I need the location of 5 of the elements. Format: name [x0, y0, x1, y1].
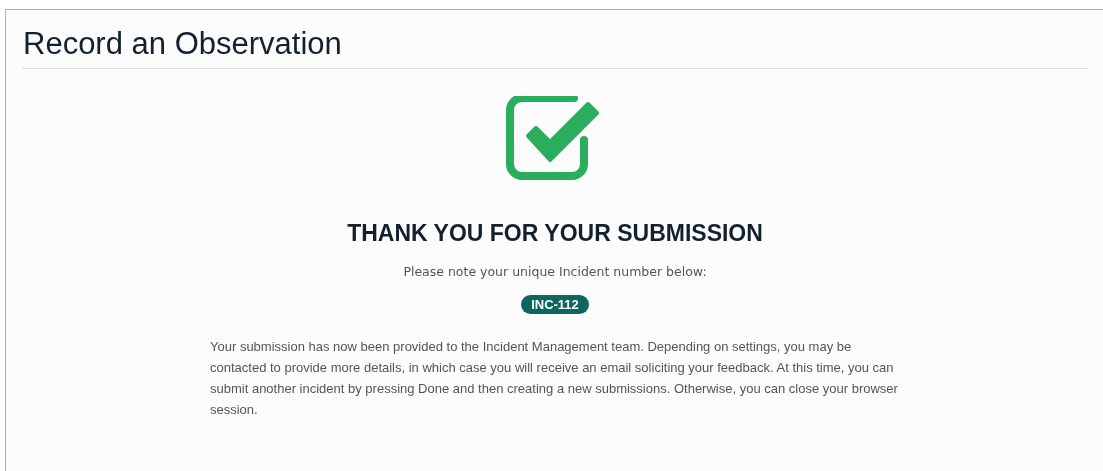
- confirmation-heading: THANK YOU FOR YOUR SUBMISSION: [347, 220, 763, 247]
- confirmation-message: Your submission has now been provided to the Incident Management team. Depending on settings, you may be contacted to provide more details, in which case you will receive an email soliciting your feedback. At this time, you can submit another incident by pressing Done and then creating a new submissions. Otherwise, you can close your browser session.: [210, 338, 899, 419]
- page-title: Record an Observation: [22, 25, 343, 63]
- incident-note: Please note your unique Incident number below:: [403, 264, 707, 279]
- incident-number-badge: INC-112: [521, 295, 589, 314]
